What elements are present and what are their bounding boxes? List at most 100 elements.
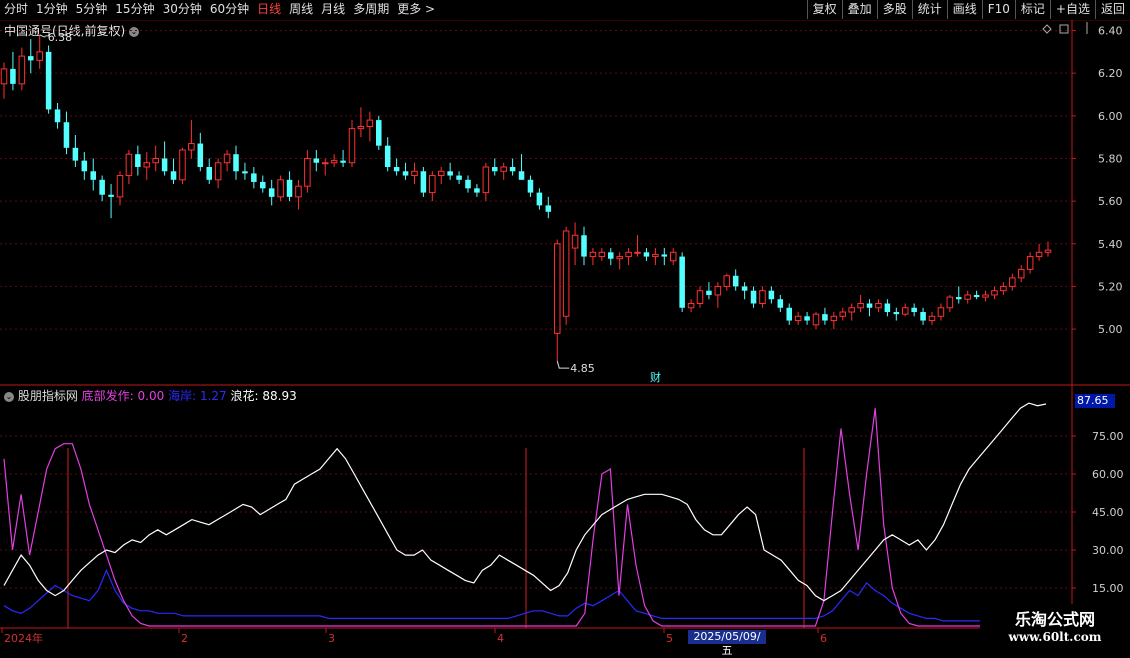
candle-body-up [830,315,838,322]
candle-body-up [598,251,606,258]
candle-body-up [143,162,151,168]
candle-body-up [562,230,570,317]
low-label: 4.85 [570,362,595,375]
candle-body-up [330,160,338,164]
candle-body-down [99,179,105,195]
candle-body-down [956,297,962,300]
candle-body-up [634,251,641,254]
indicator-tick-label: 45.00 [1092,506,1124,519]
candle-body-down [447,171,453,176]
candle-body-up [277,179,284,198]
indicator-item-0: 底部发作: 0.00 [81,389,165,403]
candle-body-down [197,143,204,168]
candle-body-down [108,194,114,197]
candle-body-up [321,162,329,165]
watermark-line2: www.60lt.com [1008,630,1102,644]
candle-body-down [581,235,587,257]
candle-body-up [0,68,8,85]
candle-body-up [652,253,659,258]
candle-body-up [982,294,989,298]
price-tick-label: 6.20 [1098,67,1123,80]
indicator-item-1: 海岸: 1.27 [168,389,227,403]
indicator-name: 股朋指标网 [17,389,78,403]
candle-body-down [474,188,480,193]
candle-body-up [875,302,882,309]
candle-body-up [759,290,766,304]
candle-body-down [376,120,382,146]
candle-body-up [812,313,820,326]
candle-body-up [571,234,579,249]
indicator-tick-label: 15.00 [1092,582,1124,595]
high-label: 6.38 [48,31,73,44]
candle-body-down [63,122,70,148]
candle-body-down [456,175,462,180]
candle-body-up [348,128,356,164]
indicator-item-2: 浪花: 88.93 [230,389,297,403]
candle-body-up [616,256,623,260]
candle-body-up [848,307,855,313]
candle-body-up [304,157,311,187]
candle-body-up [411,170,418,177]
candle-body-up [295,185,302,198]
candle-body-up [696,290,704,304]
candle-body-down [268,188,275,197]
price-tick-label: 6.00 [1098,110,1123,123]
candle-body-up [188,143,195,151]
x-axis-label: 4 [497,632,504,645]
candle-body-down [492,167,498,172]
candle-body-up [125,153,133,177]
square-icon [1059,24,1069,34]
candle-body-up [553,243,561,334]
indicator-tick-label: 30.00 [1092,544,1124,557]
candle-body-down [911,307,917,313]
candle-body-down [90,171,96,180]
candle-body-down [920,312,926,321]
candle-body-down [170,171,177,180]
candle-body-up [179,149,186,181]
x-axis-label: 2 [181,632,188,645]
candle-body-down [661,254,668,257]
candle-body-down [804,316,810,321]
x-axis-label: 2024年 [4,631,43,645]
candle-body-up [366,119,374,127]
candle-body-down [643,252,650,257]
candle-body-up [946,296,954,309]
candle-body-down [10,68,16,84]
candle-body-down [973,294,980,298]
candle-body-down [768,290,775,300]
candle-body-up [1009,277,1016,287]
chevron-down-icon[interactable]: ⌄ [4,391,14,402]
price-tick-label: 5.60 [1098,195,1123,208]
candle-body-up [1044,249,1052,253]
candle-body-up [794,315,802,322]
candle-body-down [732,275,739,287]
price-tick-label: 6.40 [1098,25,1123,38]
candle-body-down [893,312,900,315]
candle-body-down [72,147,79,161]
x-axis-label: 5 [666,632,673,645]
candle-body-down [81,160,88,172]
candle-body-down [706,290,712,295]
candle-body-up [687,302,695,309]
watermark-line1: 乐淘公式网 [1014,610,1095,629]
candle-body-up [937,307,945,317]
x-axis-label: 6 [820,632,827,645]
candle-body-up [1017,268,1025,279]
candle-body-down [402,171,409,176]
candle-body-up [429,175,436,194]
candle-body-up [152,157,159,164]
candle-body-up [928,315,936,322]
candle-body-up [839,311,847,317]
candle-body-up [116,175,124,198]
candle-body-down [260,181,266,189]
candle-body-down [135,154,141,168]
candle-body-down [45,51,52,110]
price-tick-label: 5.40 [1098,238,1123,251]
candle-body-down [741,286,748,291]
candle-body-down [509,167,516,172]
candle-body-down [786,307,792,321]
candle-body-up [589,251,597,258]
candle-body-up [625,251,632,258]
candle-body-down [527,179,534,193]
candle-body-up [357,125,365,130]
